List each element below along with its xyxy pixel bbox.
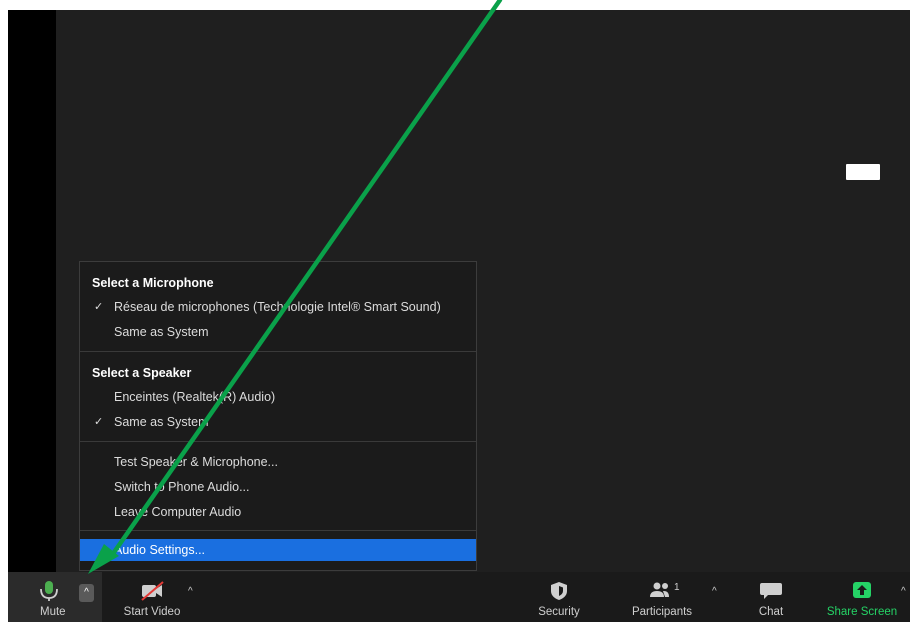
participants-label: Participants xyxy=(631,606,693,618)
speaker-option-realtek[interactable]: Enceintes (Realtek(R) Audio) xyxy=(80,386,476,408)
self-view-thumbnail[interactable] xyxy=(846,164,880,180)
participants-options-caret[interactable]: ^ xyxy=(712,586,717,597)
speaker-option-label: Same as System xyxy=(114,415,209,429)
share-options-caret[interactable]: ^ xyxy=(901,586,906,597)
security-button[interactable]: Security xyxy=(521,572,597,622)
mic-option-intel[interactable]: ✓ Réseau de microphones (Technologie Int… xyxy=(80,296,476,318)
menu-item-label: Audio Settings... xyxy=(114,543,206,557)
leave-computer-audio-item[interactable]: Leave Computer Audio xyxy=(80,501,476,523)
menu-item-label: Switch to Phone Audio... xyxy=(114,480,250,494)
share-screen-label: Share Screen xyxy=(826,606,898,618)
check-icon: ✓ xyxy=(94,416,104,428)
participants-count: 1 xyxy=(674,582,680,593)
people-icon xyxy=(619,580,705,602)
mic-option-label: Same as System xyxy=(114,325,209,339)
select-speaker-header: Select a Speaker xyxy=(92,366,192,380)
shield-icon xyxy=(521,580,597,602)
switch-to-phone-audio-item[interactable]: Switch to Phone Audio... xyxy=(80,476,476,498)
menu-divider xyxy=(80,530,476,531)
start-video-label: Start Video xyxy=(123,606,181,618)
check-icon: ✓ xyxy=(94,301,104,313)
mic-option-same-as-system[interactable]: Same as System xyxy=(80,321,476,343)
menu-item-label: Test Speaker & Microphone... xyxy=(114,455,278,469)
participants-button[interactable]: 1 Participants xyxy=(619,572,705,622)
start-video-button[interactable]: Start Video xyxy=(110,572,194,622)
chat-label: Chat xyxy=(758,606,784,618)
speaker-option-same-as-system[interactable]: ✓ Same as System xyxy=(80,411,476,433)
speaker-option-label: Enceintes (Realtek(R) Audio) xyxy=(114,390,276,404)
menu-divider xyxy=(80,351,476,352)
menu-item-label: Leave Computer Audio xyxy=(114,505,242,519)
share-screen-button[interactable]: Share Screen xyxy=(820,572,904,622)
mute-button[interactable]: Mute ^ xyxy=(8,572,102,622)
chat-bubble-icon xyxy=(746,580,796,602)
chat-button[interactable]: Chat xyxy=(746,572,796,622)
menu-divider xyxy=(80,441,476,442)
mute-label: Mute xyxy=(40,606,66,618)
select-microphone-header: Select a Microphone xyxy=(92,276,214,290)
mic-option-label: Réseau de microphones (Technologie Intel… xyxy=(114,300,441,314)
audio-options-caret[interactable]: ^ xyxy=(79,584,94,602)
security-label: Security xyxy=(538,606,580,618)
video-options-caret[interactable]: ^ xyxy=(188,586,193,597)
audio-settings-item[interactable]: Audio Settings... xyxy=(80,539,476,561)
test-speaker-microphone-item[interactable]: Test Speaker & Microphone... xyxy=(80,451,476,473)
share-screen-icon xyxy=(820,580,904,602)
video-off-icon xyxy=(110,580,194,602)
audio-options-menu: Select a Microphone ✓ Réseau de micropho… xyxy=(79,261,477,571)
meeting-toolbar: Mute ^ Start Video ^ Security 1 Particip… xyxy=(8,572,910,622)
